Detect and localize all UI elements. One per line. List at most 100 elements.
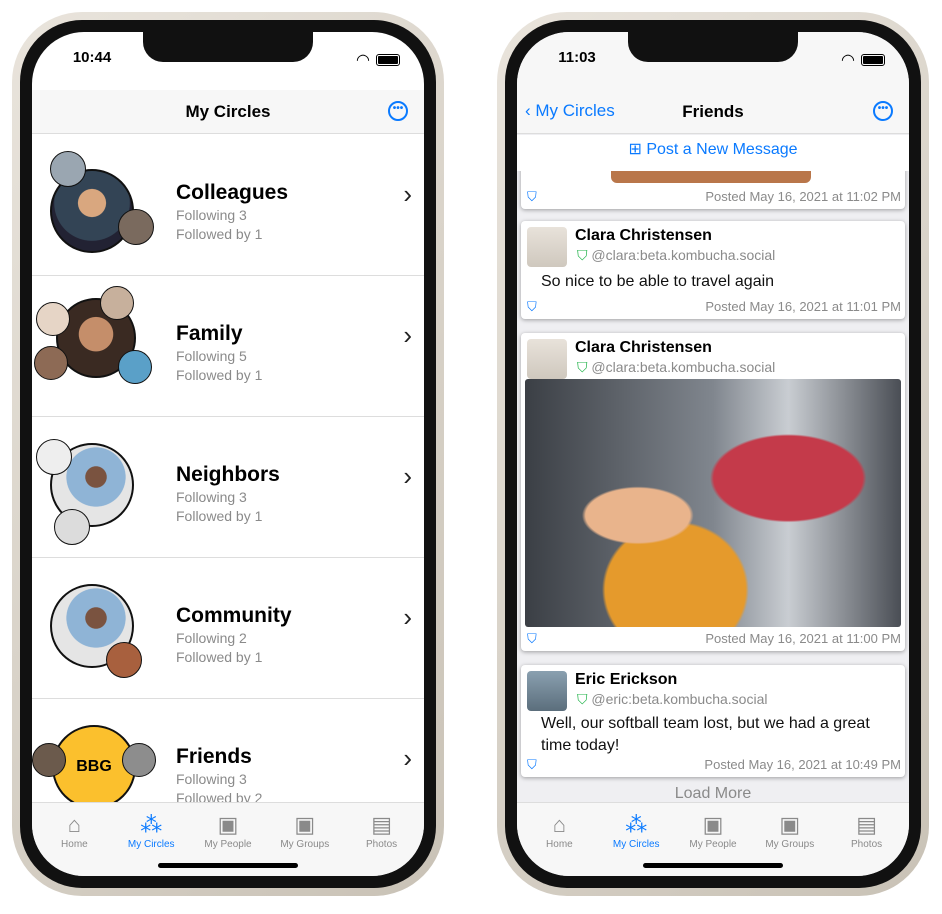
following-count: Following 3 (176, 771, 247, 787)
post-new-message-button[interactable]: ⊞ Post a New Message (517, 135, 909, 171)
chevron-right-icon: › (403, 602, 412, 632)
posted-time: Posted May 16, 2021 at 11:02 PM (705, 189, 901, 204)
author-handle: ⛉ @clara:beta.kombucha.social (577, 359, 776, 375)
tab-photos[interactable]: ▤ Photos (343, 803, 420, 876)
avatar (118, 350, 152, 384)
compose-icon: ⊞ (628, 141, 647, 158)
author-avatar (527, 339, 567, 379)
house-icon: ⌂ (552, 812, 567, 837)
circle-name: Community (176, 604, 292, 627)
followed-count: Followed by 1 (176, 367, 263, 383)
avatar (100, 286, 134, 320)
post-card: Clara Christensen ⛉ @clara:beta.kombucha… (521, 333, 905, 651)
phone-left: 10:44 ◠ My Circles ••• Colleagues Follow… (12, 12, 444, 896)
status-time: 11:03 (558, 49, 596, 66)
avatar (122, 743, 156, 777)
avatar (50, 151, 86, 187)
post-card: Clara Christensen ⛉ @clara:beta.kombucha… (521, 221, 905, 319)
followed-count: Followed by 1 (176, 649, 263, 665)
circles-icon: ⁂ (625, 812, 648, 837)
posted-time: Posted May 16, 2021 at 11:01 PM (705, 299, 901, 314)
group-card-icon: ▣ (779, 812, 801, 837)
posted-time: Posted May 16, 2021 at 10:49 PM (704, 757, 901, 772)
following-count: Following 3 (176, 489, 247, 505)
author-name[interactable]: Eric Erickson (575, 671, 677, 689)
more-button[interactable]: ••• (388, 101, 408, 121)
avatar (36, 439, 72, 475)
followed-count: Followed by 1 (176, 508, 263, 524)
author-handle: ⛉ @eric:beta.kombucha.social (577, 691, 768, 707)
more-button[interactable]: ••• (873, 101, 893, 121)
battery-icon (861, 54, 885, 66)
circle-row-neighbors[interactable]: Neighbors Following 3 Followed by 1 › (32, 417, 424, 558)
author-avatar (527, 671, 567, 711)
verified-shield-icon: ⛉ (577, 247, 588, 263)
page-title: My Circles (185, 102, 271, 121)
notch (628, 32, 798, 62)
photos-icon: ▤ (856, 812, 877, 837)
feed[interactable]: ⛉ Posted May 16, 2021 at 11:02 PM Clara … (517, 171, 909, 802)
tab-home[interactable]: ⌂ Home (36, 803, 113, 876)
chevron-right-icon: › (403, 461, 412, 491)
circles-list[interactable]: Colleagues Following 3 Followed by 1 › F… (32, 135, 424, 802)
status-icons: ◠ (356, 50, 400, 70)
page-title: Friends (682, 102, 744, 121)
chevron-right-icon: › (403, 320, 412, 350)
circle-row-family[interactable]: Family Following 5 Followed by 1 › (32, 276, 424, 417)
circle-name: Friends (176, 745, 252, 768)
circle-name: Colleagues (176, 181, 289, 204)
photos-icon: ▤ (371, 812, 392, 837)
avatar (54, 509, 90, 545)
avatar (34, 346, 68, 380)
nav-bar: ‹ My Circles Friends ••• (517, 90, 909, 134)
battery-icon (376, 54, 400, 66)
nav-bar: My Circles ••• (32, 90, 424, 134)
group-card-icon: ▣ (294, 812, 316, 837)
wifi-icon: ◠ (356, 52, 370, 69)
avatar (32, 743, 66, 777)
circle-row-colleagues[interactable]: Colleagues Following 3 Followed by 1 › (32, 135, 424, 276)
author-name[interactable]: Clara Christensen (575, 339, 712, 357)
shield-lock-icon: ⛉ (527, 631, 537, 646)
person-card-icon: ▣ (217, 812, 239, 837)
house-icon: ⌂ (67, 812, 82, 837)
phone-right: 11:03 ◠ ‹ My Circles Friends ••• ⊞ Post … (497, 12, 929, 896)
following-count: Following 5 (176, 348, 247, 364)
author-avatar (527, 227, 567, 267)
circles-icon: ⁂ (140, 812, 163, 837)
avatar (106, 642, 142, 678)
post-body: So nice to be able to travel again (541, 273, 775, 290)
tab-home[interactable]: ⌂ Home (521, 803, 598, 876)
home-indicator (158, 863, 298, 868)
load-more-button[interactable]: Load More (517, 785, 909, 802)
circle-name: Neighbors (176, 463, 280, 486)
person-card-icon: ▣ (702, 812, 724, 837)
circle-row-friends[interactable]: BBG Friends Following 3 Followed by 2 › (32, 699, 424, 802)
status-time: 10:44 (72, 49, 112, 66)
avatar (36, 302, 70, 336)
author-handle: ⛉ @clara:beta.kombucha.social (577, 247, 776, 263)
post-card: Eric Erickson ⛉ @eric:beta.kombucha.soci… (521, 665, 905, 777)
tab-photos[interactable]: ▤ Photos (828, 803, 905, 876)
followed-count: Followed by 1 (176, 226, 263, 242)
verified-shield-icon: ⛉ (577, 691, 588, 707)
status-icons: ◠ (841, 50, 885, 70)
home-indicator (643, 863, 783, 868)
post-body: Well, our softball team lost, but we had… (541, 715, 870, 754)
followed-count: Followed by 2 (176, 790, 263, 802)
verified-shield-icon: ⛉ (577, 359, 588, 375)
shield-lock-icon: ⛉ (527, 757, 537, 772)
author-name[interactable]: Clara Christensen (575, 227, 712, 245)
post-card: ⛉ Posted May 16, 2021 at 11:02 PM (521, 171, 905, 209)
post-photo[interactable] (525, 379, 901, 627)
shield-lock-icon: ⛉ (527, 189, 537, 204)
circle-name: Family (176, 322, 243, 345)
chevron-right-icon: › (403, 179, 412, 209)
posted-time: Posted May 16, 2021 at 11:00 PM (705, 631, 901, 646)
chevron-right-icon: › (403, 743, 412, 773)
circle-row-community[interactable]: Community Following 2 Followed by 1 › (32, 558, 424, 699)
following-count: Following 3 (176, 207, 247, 223)
shield-lock-icon: ⛉ (527, 299, 537, 314)
avatar (118, 209, 154, 245)
wifi-icon: ◠ (841, 52, 855, 69)
